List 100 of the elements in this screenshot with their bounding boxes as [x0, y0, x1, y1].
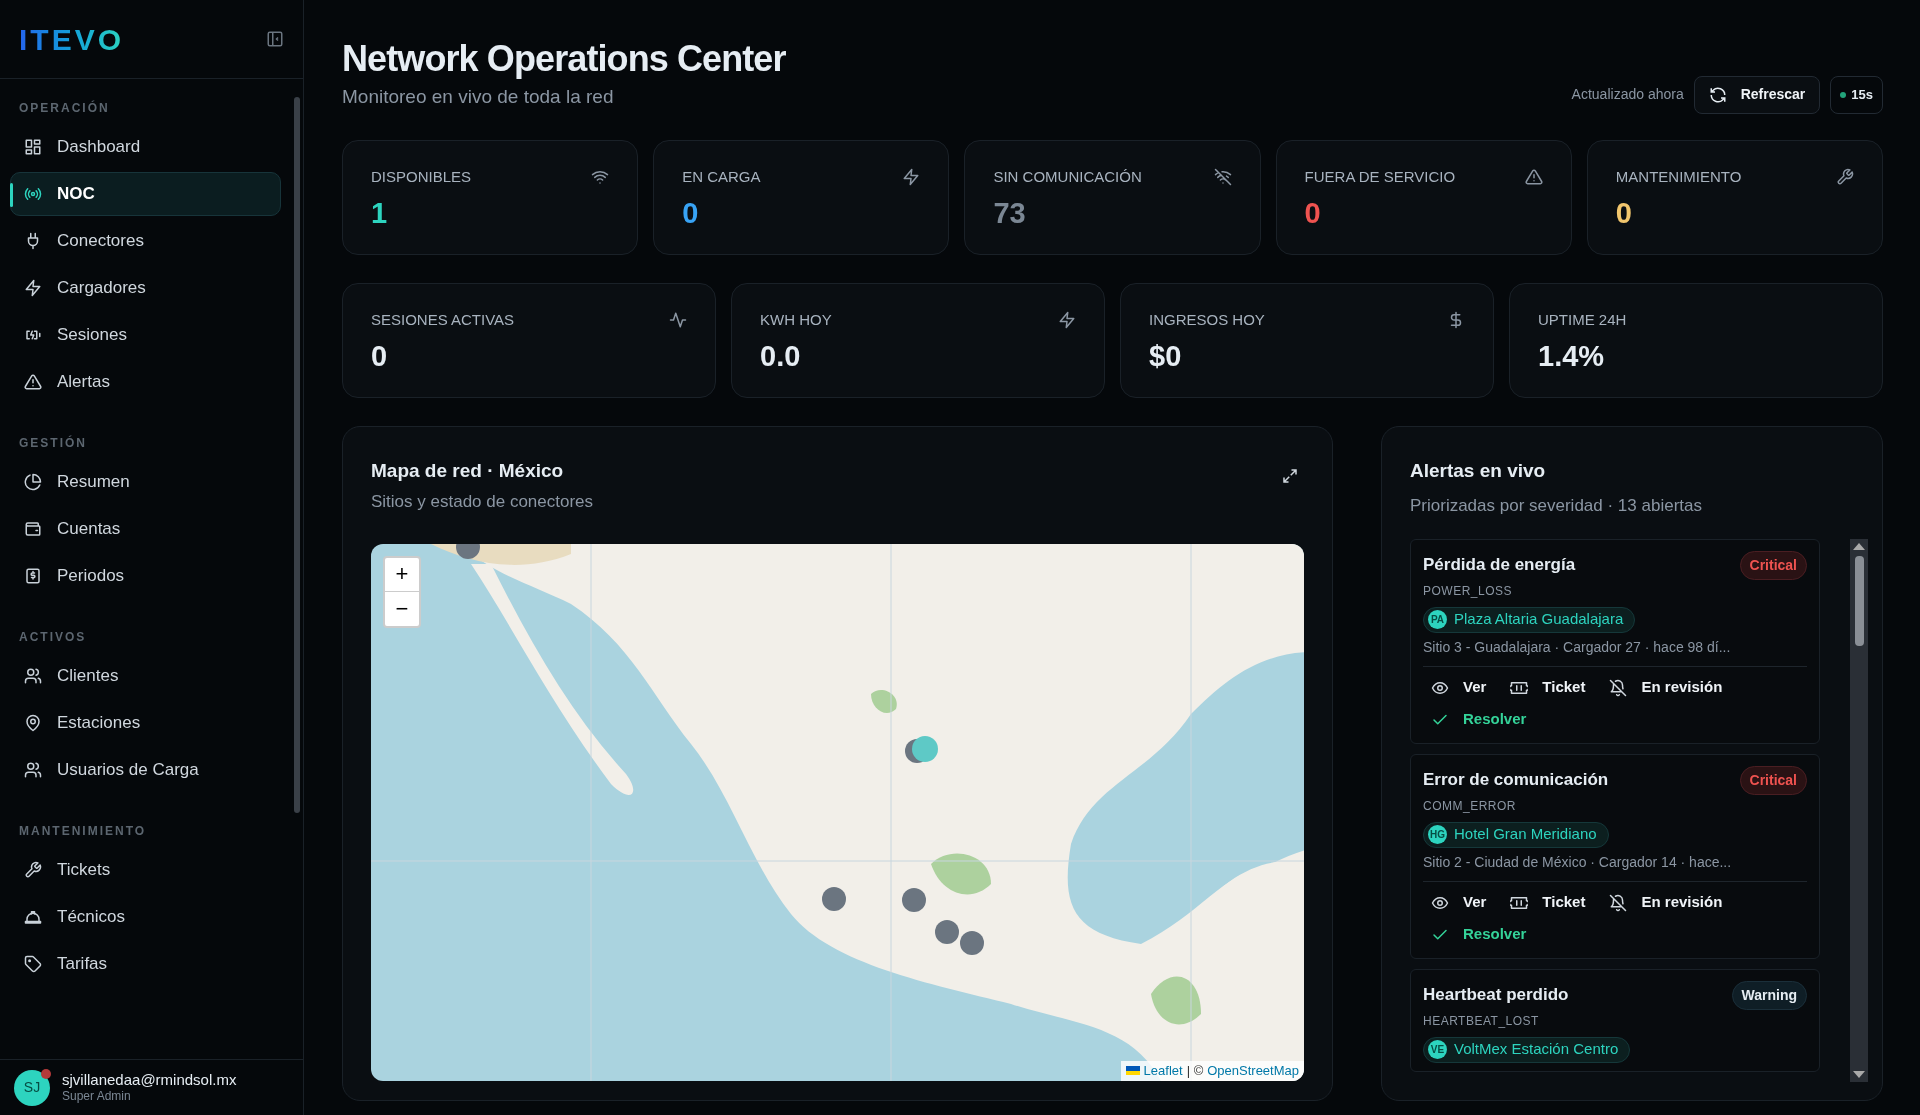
- stat-label: EN CARGA: [682, 166, 761, 187]
- stat-value: 73: [993, 196, 1027, 231]
- action-button[interactable]: Ver: [1431, 887, 1487, 918]
- expand-icon[interactable]: [1281, 466, 1299, 485]
- leaflet-link[interactable]: Leaflet: [1143, 1061, 1183, 1081]
- stat-label: SESIONES ACTIVAS: [371, 309, 515, 330]
- action-button[interactable]: Ticket: [1510, 672, 1586, 703]
- alerts-title: Alertas en vivo: [1410, 458, 1547, 483]
- site-initials: PA: [1428, 610, 1447, 629]
- sidebar-item[interactable]: Conectores: [10, 219, 281, 263]
- alert-title: Pérdida de energía: [1423, 554, 1576, 577]
- action-button[interactable]: Ticket: [1510, 887, 1586, 918]
- sidebar-item[interactable]: Alertas: [10, 360, 281, 404]
- alert-code: COMM_ERROR: [1423, 797, 1517, 815]
- scroll-thumb[interactable]: [1854, 555, 1864, 646]
- zoom-in-button[interactable]: +: [385, 557, 419, 592]
- sidebar-item[interactable]: Dashboard: [10, 125, 281, 169]
- sidebar-item[interactable]: Estaciones: [10, 701, 281, 745]
- wifi-off-icon: [1213, 167, 1232, 186]
- severity-badge: Critical: [1739, 765, 1807, 795]
- scroll-up-icon[interactable]: [1853, 542, 1865, 550]
- pie-chart-icon: [24, 473, 42, 491]
- wallet-icon: [24, 520, 42, 538]
- section-heading: OPERACIÓN: [18, 99, 111, 117]
- scrollbar[interactable]: [294, 97, 300, 813]
- site-chip[interactable]: PA Plaza Altaria Guadalajara: [1423, 606, 1636, 633]
- openstreetmap-link[interactable]: OpenStreetMap: [1207, 1061, 1299, 1081]
- sidebar-item[interactable]: Sesiones: [10, 313, 281, 357]
- stat-label: INGRESOS HOY: [1149, 309, 1265, 330]
- stat-value: 1: [371, 196, 389, 231]
- sidebar-item[interactable]: Periodos: [10, 554, 281, 598]
- stat-value: 0: [1615, 196, 1633, 231]
- stat-label: DISPONIBLES: [371, 166, 472, 187]
- users-icon: [24, 761, 42, 779]
- map-title: Mapa de red · México: [371, 458, 565, 483]
- sidebar-toggle-icon[interactable]: [266, 30, 284, 48]
- bell-off-icon: [1609, 678, 1628, 697]
- action-button[interactable]: En revisión: [1609, 672, 1723, 703]
- site-name: VoltMex Estación Centro: [1454, 1039, 1619, 1060]
- stat-label: FUERA DE SERVICIO: [1304, 166, 1456, 187]
- refresh-button[interactable]: Refrescar: [1693, 75, 1821, 114]
- wrench-icon: [1836, 167, 1854, 186]
- scroll-down-icon[interactable]: [1853, 1070, 1865, 1078]
- attribution-separator: | ©: [1186, 1062, 1204, 1080]
- stat-value: $0: [1149, 339, 1183, 374]
- alerts-scrollbar[interactable]: [1850, 538, 1868, 1082]
- user-avatar: SJ: [14, 1069, 50, 1106]
- site-name: Hotel Gran Meridiano: [1454, 824, 1597, 845]
- resolve-button[interactable]: Resolver: [1431, 704, 1527, 735]
- alert-title: Error de comunicación: [1423, 769, 1609, 792]
- alert-code: HEARTBEAT_LOST: [1423, 1012, 1540, 1030]
- action-button[interactable]: En revisión: [1609, 887, 1723, 918]
- sidebar-item[interactable]: NOC: [10, 172, 281, 216]
- refresh-icon: [1708, 85, 1727, 104]
- severity-badge: Warning: [1731, 980, 1807, 1010]
- map-subtitle: Sitios y estado de conectores: [371, 491, 594, 513]
- site-chip[interactable]: VE VoltMex Estación Centro: [1423, 1036, 1631, 1063]
- zoom-out-button[interactable]: −: [385, 591, 419, 626]
- stat-label: UPTIME 24H: [1538, 309, 1627, 330]
- site-initials: HG: [1428, 825, 1447, 844]
- sidebar-item[interactable]: Cuentas: [10, 507, 281, 551]
- sidebar-item[interactable]: Usuarios de Carga: [10, 748, 281, 792]
- sidebar-item[interactable]: Cargadores: [10, 266, 281, 310]
- stat-value: 1.4%: [1538, 339, 1606, 374]
- activity-icon: [669, 310, 687, 329]
- sidebar-item[interactable]: Clientes: [10, 654, 281, 698]
- lightning-icon: [902, 167, 921, 186]
- tag-icon: [24, 955, 42, 973]
- section-heading: ACTIVOS: [18, 629, 88, 646]
- stat-label: KWH HOY: [760, 309, 832, 330]
- stat-value: 0: [371, 339, 389, 374]
- sidebar-item[interactable]: Técnicos: [10, 895, 281, 939]
- alert-title: Heartbeat perdido: [1423, 984, 1569, 1007]
- receipt-icon: [24, 567, 42, 585]
- warning-icon: [1524, 167, 1543, 186]
- resolve-button[interactable]: Resolver: [1431, 919, 1527, 950]
- action-button[interactable]: Ver: [1431, 672, 1487, 703]
- bell-off-icon: [1609, 893, 1628, 912]
- map-pin-icon: [24, 714, 42, 732]
- sidebar-item[interactable]: Resumen: [10, 460, 281, 504]
- page-title: Network Operations Center: [342, 37, 786, 81]
- updated-label: Actualizado ahora: [1571, 85, 1684, 104]
- user-email: sjvillanedaa@rmindsol.mx: [62, 1070, 237, 1090]
- lightning-icon: [1058, 310, 1076, 329]
- stat-label: SIN COMUNICACIÓN: [993, 166, 1142, 187]
- warning-icon: [24, 373, 42, 391]
- alert-detail: Sitio 2 - Ciudad de México · Cargador 14 · hace...: [1423, 852, 1733, 872]
- broadcast-icon: [24, 185, 42, 203]
- stat-label: MANTENIMIENTO: [1615, 166, 1742, 187]
- site-initials: VE: [1428, 1040, 1447, 1059]
- users-icon: [24, 667, 42, 685]
- site-name: Plaza Altaria Guadalajara: [1454, 609, 1624, 630]
- sidebar-item[interactable]: Tickets: [10, 848, 281, 892]
- lightning-icon: [24, 279, 42, 297]
- sidebar-item[interactable]: Tarifas: [10, 942, 281, 986]
- alert-detail: Sitio 3 - Guadalajara · Cargador 27 · hace 98 dí...: [1423, 637, 1732, 657]
- section-heading: GESTIÓN: [18, 434, 88, 452]
- site-chip[interactable]: HG Hotel Gran Meridiano: [1423, 821, 1609, 848]
- stat-value: 0: [682, 196, 700, 231]
- flag-icon: [1125, 1066, 1140, 1076]
